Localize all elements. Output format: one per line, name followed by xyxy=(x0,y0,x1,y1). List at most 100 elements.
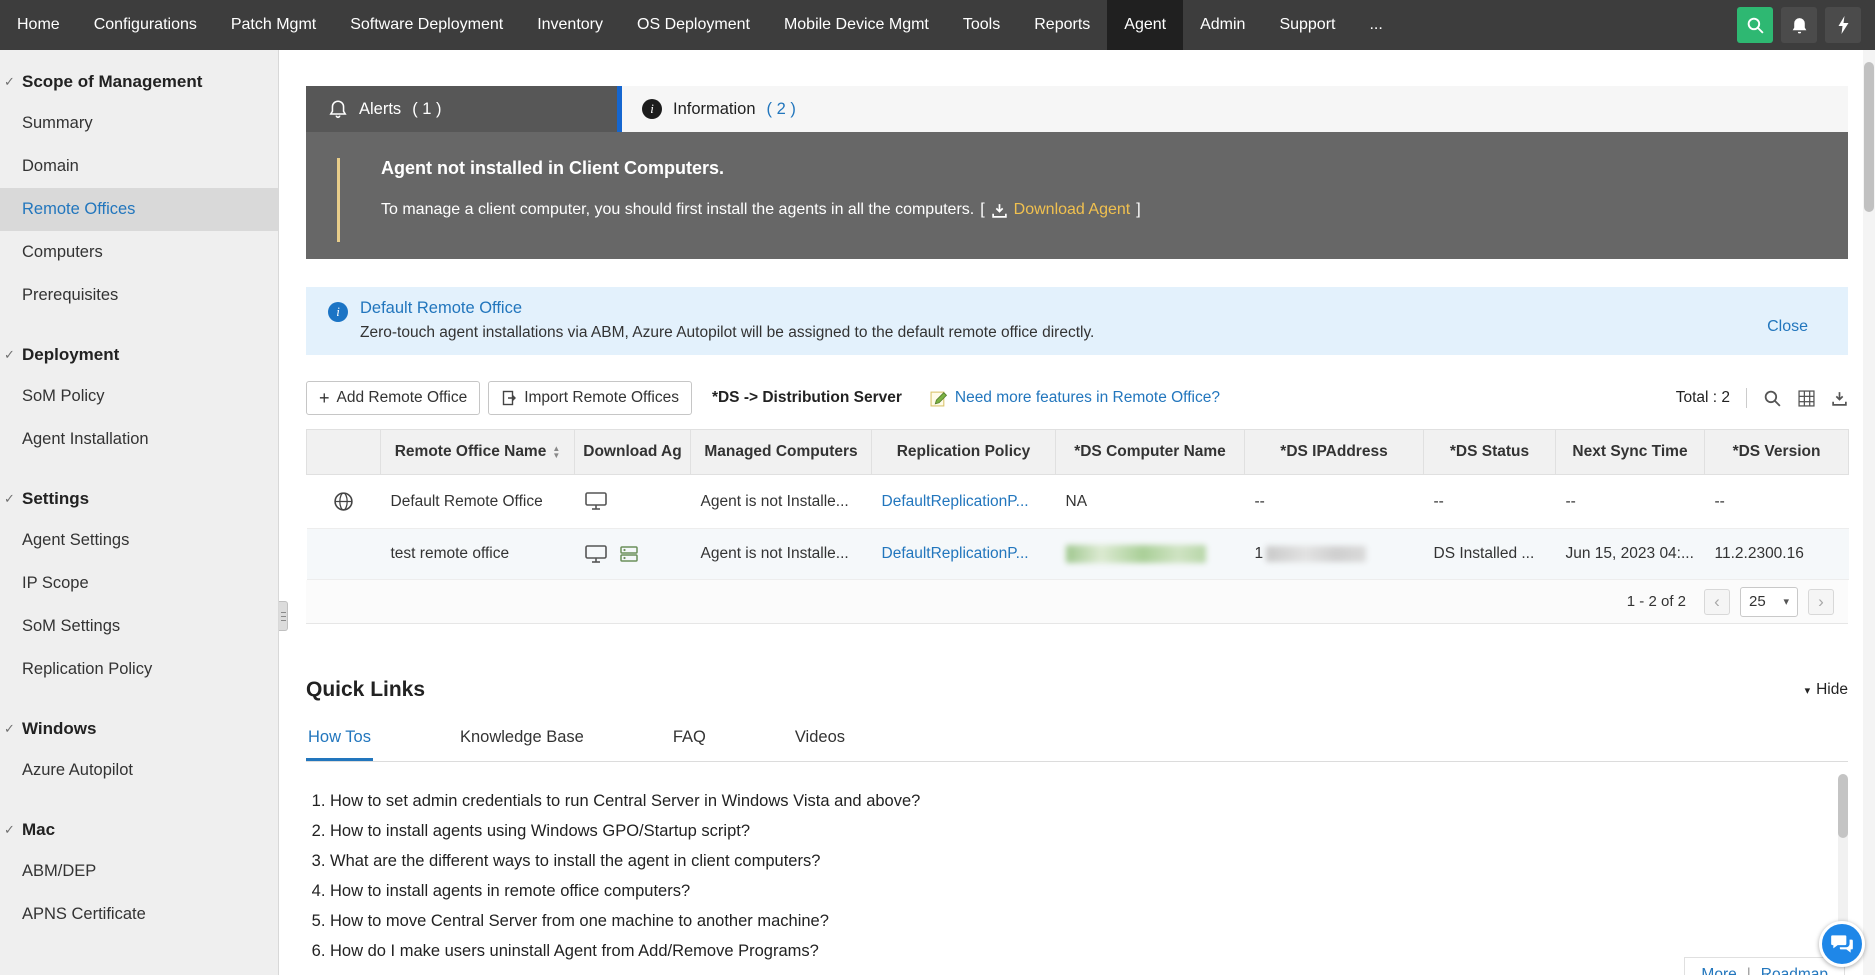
sort-icon[interactable]: ▲ ▼ xyxy=(552,444,560,459)
nav-item-home[interactable]: Home xyxy=(0,0,77,50)
replication-policy-link[interactable]: DefaultReplicationP... xyxy=(882,545,1029,562)
sidebar-resize-handle[interactable] xyxy=(279,601,288,631)
roadmap-link[interactable]: Roadmap xyxy=(1761,966,1828,975)
alert-title: Agent not installed in Client Computers. xyxy=(381,158,725,178)
monitor-icon[interactable] xyxy=(584,545,607,563)
list-item[interactable]: How to move Central Server from one mach… xyxy=(330,906,1848,936)
download-agent-link[interactable]: Download Agent xyxy=(1014,201,1131,219)
sidebar-item-som-policy[interactable]: SoM Policy xyxy=(0,375,278,418)
footer-links: More | Roadmap xyxy=(1684,957,1845,975)
sidebar-section-label: Deployment xyxy=(22,345,120,364)
nav-item-tools[interactable]: Tools xyxy=(946,0,1017,50)
nav-item-patch-mgmt[interactable]: Patch Mgmt xyxy=(214,0,333,50)
page-size-select[interactable]: 25 ▾ xyxy=(1740,586,1798,617)
sidebar-item-agent-installation[interactable]: Agent Installation xyxy=(0,418,278,461)
nav-item-os-deployment[interactable]: OS Deployment xyxy=(620,0,767,50)
sidebar-section-deployment: ✓ Deployment SoM Policy Agent Installati… xyxy=(0,331,278,461)
tab-alerts-label: Alerts xyxy=(359,99,402,118)
how-tos-list: How to set admin credentials to run Cent… xyxy=(306,786,1848,966)
nav-item-admin[interactable]: Admin xyxy=(1183,0,1262,50)
sidebar-item-prerequisites[interactable]: Prerequisites xyxy=(0,274,278,317)
list-item[interactable]: What are the different ways to install t… xyxy=(330,846,1848,876)
nav-item-software-deployment[interactable]: Software Deployment xyxy=(333,0,520,50)
sidebar-item-computers[interactable]: Computers xyxy=(0,231,278,274)
sidebar-item-summary[interactable]: Summary xyxy=(0,102,278,145)
quick-actions-button[interactable] xyxy=(1825,7,1861,43)
list-item[interactable]: How to install agents in remote office c… xyxy=(330,876,1848,906)
search-table-icon[interactable] xyxy=(1763,389,1782,408)
list-item[interactable]: How do I make users uninstall Agent from… xyxy=(330,936,1848,966)
scrollbar-thumb[interactable] xyxy=(1838,774,1848,839)
page-scrollbar[interactable] xyxy=(1863,50,1875,975)
export-icon[interactable] xyxy=(1831,390,1848,407)
replication-policy-cell: DefaultReplicationP... xyxy=(871,474,1056,529)
next-sync-time-cell: Jun 15, 2023 04:... xyxy=(1555,528,1705,581)
add-remote-office-button[interactable]: + Add Remote Office xyxy=(306,381,481,415)
nav-item-mobile-device-mgmt[interactable]: Mobile Device Mgmt xyxy=(767,0,946,50)
download-agent-cell xyxy=(574,474,691,529)
tab-alerts[interactable]: Alerts ( 1 ) xyxy=(306,86,617,132)
sidebar-item-som-settings[interactable]: SoM Settings xyxy=(0,605,278,648)
tab-information[interactable]: i Information ( 2 ) xyxy=(622,86,1848,132)
notifications-button[interactable] xyxy=(1781,7,1817,43)
nav-item-configurations[interactable]: Configurations xyxy=(77,0,214,50)
plus-icon: + xyxy=(319,388,330,408)
list-item[interactable]: How to set admin credentials to run Cent… xyxy=(330,786,1848,816)
header-remote-office-name[interactable]: Remote Office Name ▲ ▼ xyxy=(380,429,575,475)
content-flow: Alerts ( 1 ) i Information ( 2 ) Agent n… xyxy=(306,86,1849,966)
table-header-row: Remote Office Name ▲ ▼ Download Ag Managed… xyxy=(306,429,1849,475)
import-remote-offices-button[interactable]: Import Remote Offices xyxy=(488,381,692,415)
sidebar-item-agent-settings[interactable]: Agent Settings xyxy=(0,519,278,562)
default-remote-office-link[interactable]: Default Remote Office xyxy=(360,299,1094,318)
tab-information-count: ( 2 ) xyxy=(766,99,796,118)
hide-toggle[interactable]: ▾ Hide xyxy=(1805,681,1848,699)
alert-body-text: To manage a client computer, you should … xyxy=(381,201,975,218)
monitor-icon[interactable] xyxy=(584,492,607,511)
search-button[interactable] xyxy=(1737,7,1773,43)
replication-policy-link[interactable]: DefaultReplicationP... xyxy=(882,493,1029,510)
sidebar-item-domain[interactable]: Domain xyxy=(0,145,278,188)
sidebar-item-remote-offices[interactable]: Remote Offices xyxy=(0,188,278,231)
scrollbar-thumb[interactable] xyxy=(1864,62,1874,212)
close-link[interactable]: Close xyxy=(1767,318,1808,336)
replication-policy-cell: DefaultReplicationP... xyxy=(871,528,1056,581)
download-icon xyxy=(991,202,1008,219)
nav-item-reports[interactable]: Reports xyxy=(1017,0,1107,50)
sidebar-item-abm-dep[interactable]: ABM/DEP xyxy=(0,850,278,893)
tab-videos[interactable]: Videos xyxy=(793,718,847,761)
import-icon xyxy=(501,390,517,406)
chat-widget-button[interactable] xyxy=(1819,921,1865,967)
more-link[interactable]: More xyxy=(1701,966,1736,975)
nav-item-agent[interactable]: Agent xyxy=(1107,0,1184,50)
quick-links-panel: Quick Links ▾ Hide How Tos Knowledge Bas… xyxy=(306,678,1848,966)
next-page-button[interactable]: › xyxy=(1808,588,1834,615)
sidebar-item-apns-certificate[interactable]: APNS Certificate xyxy=(0,893,278,936)
tab-knowledge-base[interactable]: Knowledge Base xyxy=(458,718,586,761)
table-row: Default Remote Office Agent is not Insta… xyxy=(306,474,1849,529)
ds-computer-name-cell xyxy=(1055,528,1245,581)
globe-icon xyxy=(333,491,354,512)
sidebar-item-ip-scope[interactable]: IP Scope xyxy=(0,562,278,605)
tab-how-tos[interactable]: How Tos xyxy=(306,718,373,762)
nav-item-support[interactable]: Support xyxy=(1262,0,1352,50)
tab-faq[interactable]: FAQ xyxy=(671,718,708,761)
nav-item-more[interactable]: ... xyxy=(1352,0,1399,50)
sidebar-section-settings: ✓ Settings Agent Settings IP Scope SoM S… xyxy=(0,475,278,691)
distribution-server-icon[interactable] xyxy=(619,545,639,563)
sidebar-section-title: ✓ Scope of Management xyxy=(0,58,278,102)
need-more-features-link[interactable]: Need more features in Remote Office? xyxy=(930,389,1220,407)
sidebar-item-azure-autopilot[interactable]: Azure Autopilot xyxy=(0,749,278,792)
list-item[interactable]: How to install agents using Windows GPO/… xyxy=(330,816,1848,846)
remote-office-name-cell: Default Remote Office xyxy=(380,474,575,529)
sidebar-section-mac: ✓ Mac ABM/DEP APNS Certificate xyxy=(0,806,278,936)
column-chooser-icon[interactable] xyxy=(1798,389,1815,407)
info-icon: i xyxy=(328,302,348,322)
sidebar-item-replication-policy[interactable]: Replication Policy xyxy=(0,648,278,691)
alert-accent-bar xyxy=(337,158,340,242)
search-icon xyxy=(1746,16,1765,35)
ds-ip-address-cell: -- xyxy=(1244,474,1424,529)
download-agent-cell xyxy=(574,528,691,581)
previous-page-button[interactable]: ‹ xyxy=(1704,588,1730,615)
lightning-icon xyxy=(1835,15,1852,35)
nav-item-inventory[interactable]: Inventory xyxy=(520,0,620,50)
